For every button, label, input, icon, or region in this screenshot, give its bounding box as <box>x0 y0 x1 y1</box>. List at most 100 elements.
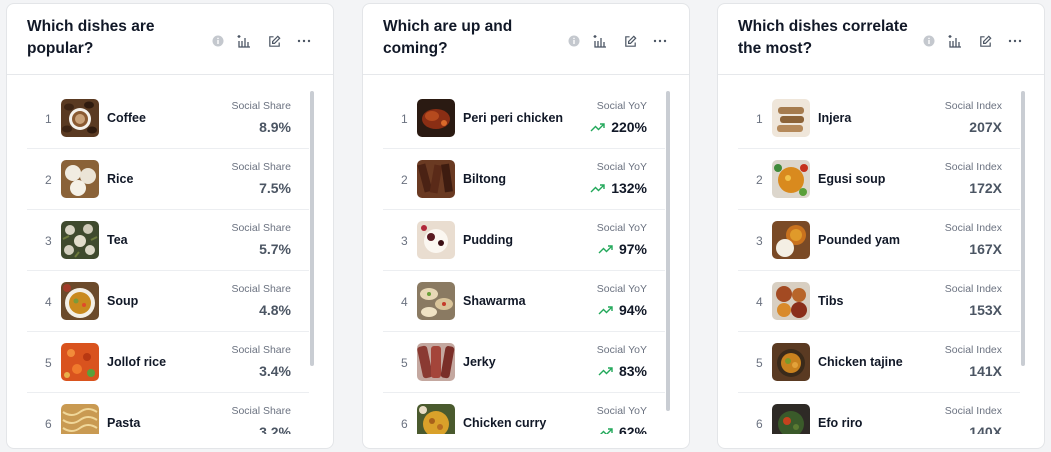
metric-label: Social Index <box>944 405 1002 417</box>
trend-up-icon <box>598 306 613 315</box>
list-item[interactable]: 2 Biltong Social YoY 132% <box>383 149 665 210</box>
list-item[interactable]: 5 Chicken tajine Social Index 141X <box>738 332 1020 393</box>
list-item[interactable]: 3 Pounded yam Social Index 167X <box>738 210 1020 271</box>
rank: 6 <box>45 417 52 431</box>
chicken-tajine-thumb <box>772 343 810 381</box>
biltong-thumb <box>417 160 455 198</box>
more-icon[interactable] <box>1004 30 1026 52</box>
card-title: Which dishes are popular? <box>27 18 155 57</box>
dish-name: Pounded yam <box>818 233 900 247</box>
info-icon[interactable] <box>211 30 225 52</box>
rank: 4 <box>45 295 52 309</box>
metric-label: Social Share <box>231 405 291 417</box>
dish-name: Efo riro <box>818 416 863 430</box>
metric-value: 4.8% <box>259 302 291 318</box>
list-item[interactable]: 2 Egusi soup Social Index 172X <box>738 149 1020 210</box>
rank: 2 <box>401 173 408 187</box>
rank: 5 <box>45 356 52 370</box>
list-item[interactable]: 5 Jerky Social YoY 83% <box>383 332 665 393</box>
list-item[interactable]: 5 Jollof rice Social Share 3.4% <box>27 332 309 393</box>
metric-value: 167X <box>969 241 1002 257</box>
metric-label: Social Share <box>231 100 291 112</box>
metric-label: Social Index <box>944 344 1002 356</box>
trend-up-icon <box>590 123 605 132</box>
add-chart-icon[interactable] <box>944 30 966 52</box>
peri-peri-chicken-thumb <box>417 99 455 137</box>
rank: 1 <box>45 112 52 126</box>
info-icon[interactable] <box>567 30 581 52</box>
add-chart-icon[interactable] <box>233 30 255 52</box>
value-text: 4.8% <box>259 302 291 318</box>
dish-list[interactable]: 1 Peri peri chicken Social YoY 220% 2 Bi… <box>383 88 665 434</box>
add-chart-icon[interactable] <box>589 30 611 52</box>
dish-list[interactable]: 1 Coffee Social Share 8.9% 2 Rice Social… <box>27 88 309 434</box>
dish-name: Tea <box>107 233 128 247</box>
list-item[interactable]: 3 Pudding Social YoY 97% <box>383 210 665 271</box>
metric-value: 220% <box>590 119 647 135</box>
card-header: Which are up and coming? <box>363 4 689 75</box>
rank: 3 <box>45 234 52 248</box>
value-text: 7.5% <box>259 180 291 196</box>
scrollbar[interactable] <box>1021 91 1025 366</box>
metric-value: 141X <box>969 363 1002 379</box>
rank: 4 <box>756 295 763 309</box>
more-icon[interactable] <box>649 30 671 52</box>
edit-icon[interactable] <box>974 30 996 52</box>
more-icon[interactable] <box>293 30 315 52</box>
rank: 3 <box>756 234 763 248</box>
value-text: 83% <box>618 363 647 379</box>
metric-label: Social Index <box>944 283 1002 295</box>
list-item[interactable]: 3 Tea Social Share 5.7% <box>27 210 309 271</box>
metric-label: Social Index <box>944 161 1002 173</box>
coffee-beans-thumb <box>61 99 99 137</box>
card-header: Which dishes are popular? <box>7 4 333 75</box>
metric-value: 62% <box>598 424 647 434</box>
metric-value: 153X <box>969 302 1002 318</box>
pudding-thumb <box>417 221 455 259</box>
metric-value: 7.5% <box>259 180 291 196</box>
value-text: 3.2% <box>259 424 291 434</box>
value-text: 141X <box>969 363 1002 379</box>
dish-name: Pudding <box>463 233 513 247</box>
metric-label: Social Index <box>944 100 1002 112</box>
list-item[interactable]: 6 Pasta Social Share 3.2% <box>27 393 309 434</box>
value-text: 132% <box>611 180 647 196</box>
dish-name: Tibs <box>818 294 844 308</box>
list-item[interactable]: 1 Injera Social Index 207X <box>738 88 1020 149</box>
dish-name: Egusi soup <box>818 172 886 186</box>
info-icon[interactable] <box>922 30 936 52</box>
list-item[interactable]: 6 Chicken curry Social YoY 62% <box>383 393 665 434</box>
list-item[interactable]: 1 Peri peri chicken Social YoY 220% <box>383 88 665 149</box>
list-item[interactable]: 4 Shawarma Social YoY 94% <box>383 271 665 332</box>
value-text: 3.4% <box>259 363 291 379</box>
list-item[interactable]: 4 Soup Social Share 4.8% <box>27 271 309 332</box>
metric-label: Social YoY <box>596 161 647 173</box>
dish-name: Peri peri chicken <box>463 111 564 125</box>
card-actions <box>211 30 315 52</box>
metric-value: 207X <box>969 119 1002 135</box>
scrollbar[interactable] <box>310 91 314 366</box>
list-item[interactable]: 4 Tibs Social Index 153X <box>738 271 1020 332</box>
list-item[interactable]: 6 Efo riro Social Index 140X <box>738 393 1020 434</box>
edit-icon[interactable] <box>263 30 285 52</box>
dish-list[interactable]: 1 Injera Social Index 207X 2 Egusi soup … <box>738 88 1020 434</box>
jerky-thumb <box>417 343 455 381</box>
trend-up-icon <box>590 184 605 193</box>
card-title: Which dishes correlate the most? <box>738 18 908 57</box>
edit-icon[interactable] <box>619 30 641 52</box>
card-popular-dishes: Which dishes are popular? 1 Coffee Socia… <box>6 3 334 449</box>
list-item[interactable]: 1 Coffee Social Share 8.9% <box>27 88 309 149</box>
card-actions <box>567 30 671 52</box>
value-text: 172X <box>969 180 1002 196</box>
list-item[interactable]: 2 Rice Social Share 7.5% <box>27 149 309 210</box>
rank: 2 <box>45 173 52 187</box>
scrollbar[interactable] <box>666 91 670 411</box>
tea-thumb <box>61 221 99 259</box>
chicken-curry-thumb <box>417 404 455 434</box>
injera-thumb <box>772 99 810 137</box>
tibs-thumb <box>772 282 810 320</box>
rank: 2 <box>756 173 763 187</box>
metric-label: Social Share <box>231 283 291 295</box>
rice-thumb <box>61 160 99 198</box>
dish-name: Chicken tajine <box>818 355 903 369</box>
